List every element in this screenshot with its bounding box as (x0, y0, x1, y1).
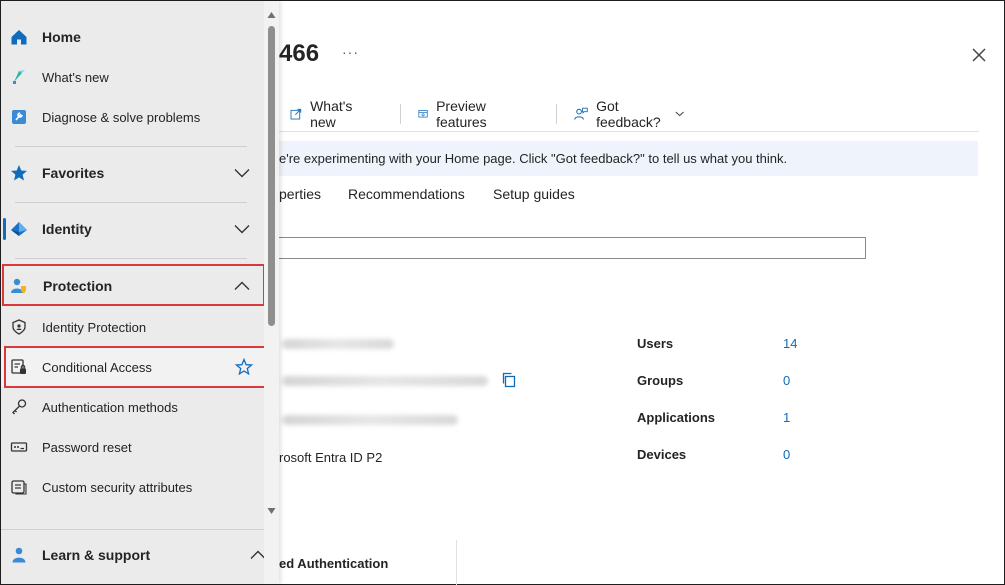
stat-label-applications: Applications (637, 410, 716, 425)
nav-label-protection: Protection (43, 278, 113, 294)
key-icon (10, 398, 28, 416)
nav-label-diagnose: Diagnose & solve problems (42, 109, 201, 125)
tab-setup-guides[interactable]: Setup guides (493, 186, 575, 202)
card-divider (456, 540, 457, 585)
nav-item-password-reset[interactable]: Password reset (1, 427, 264, 467)
nav-label-whats-new: What's new (42, 69, 109, 85)
person-support-icon (10, 546, 28, 564)
open-external-icon (290, 108, 302, 120)
nav-scrollbar-thumb[interactable] (268, 26, 275, 326)
scroll-down-arrow-icon[interactable] (267, 507, 276, 515)
nav-item-whats-new[interactable]: What's new (1, 57, 264, 97)
preview-features-icon (418, 109, 428, 118)
chevron-up-icon (234, 281, 250, 290)
got-feedback-label: Got feedback? (596, 98, 661, 130)
got-feedback-button[interactable]: Got feedback? (574, 98, 693, 130)
favorite-star-icon[interactable] (235, 358, 253, 376)
scroll-up-arrow-icon[interactable] (267, 11, 276, 19)
card-title: ed Authentication (279, 556, 389, 571)
feedback-person-icon (574, 107, 588, 120)
nav-divider (15, 202, 247, 203)
redacted-name-value (282, 339, 394, 349)
redacted-domain-value (282, 415, 458, 425)
nav-label-password-reset: Password reset (42, 439, 132, 455)
nav-item-home[interactable]: Home (1, 17, 264, 57)
toolbar-divider (400, 104, 401, 124)
chevron-down-icon (234, 169, 250, 178)
stat-label-users: Users (637, 336, 674, 351)
tab-properties[interactable]: perties (279, 186, 321, 202)
chevron-down-icon (234, 225, 250, 234)
nav-group-favorites[interactable]: Favorites (1, 153, 264, 193)
nav-divider (15, 258, 247, 259)
nav-label-conditional-access: Conditional Access (42, 359, 152, 375)
nav-item-identity-protection[interactable]: Identity Protection (1, 307, 264, 347)
star-icon (10, 164, 28, 182)
nav-label-favorites: Favorites (42, 165, 105, 181)
shield-icon (10, 318, 28, 336)
stat-label-groups: Groups (637, 373, 684, 388)
password-icon (10, 438, 28, 456)
tab-recommendations[interactable]: Recommendations (348, 186, 465, 202)
preview-features-button[interactable]: Preview features (418, 98, 495, 130)
nav-label-learn-support: Learn & support (42, 547, 151, 563)
nav-label-identity-protection: Identity Protection (42, 319, 147, 335)
page-title: 466 (279, 40, 320, 67)
nav-item-diagnose[interactable]: Diagnose & solve problems (1, 97, 264, 137)
nav-divider (15, 146, 247, 147)
license-value: rosoft Entra ID P2 (279, 450, 383, 465)
nav-item-custom-security-attributes[interactable]: Custom security attributes (1, 467, 264, 507)
redacted-tenant-id-value (282, 376, 488, 386)
nav-group-protection[interactable]: Protection (1, 266, 264, 306)
close-icon[interactable] (968, 44, 990, 66)
nav-label-authentication-methods: Authentication methods (42, 399, 178, 415)
more-options-button[interactable]: ··· (342, 44, 359, 60)
banner-text: e're experimenting with your Home page. … (279, 151, 788, 166)
stat-value-groups[interactable]: 0 (783, 373, 790, 388)
search-input[interactable] (279, 237, 866, 259)
toolbar-divider (556, 104, 557, 124)
whats-new-label: What's new (310, 98, 353, 130)
info-banner: e're experimenting with your Home page. … (279, 141, 978, 176)
whats-new-button[interactable]: What's new (290, 98, 358, 130)
stat-value-users[interactable]: 14 (783, 336, 797, 351)
stat-value-applications[interactable]: 1 (783, 410, 790, 425)
stat-value-devices[interactable]: 0 (783, 447, 790, 462)
megaphone-icon (10, 68, 28, 86)
left-navigation-menu: Home What's new Diagnose & solve problem… (1, 1, 279, 584)
nav-item-authentication-methods[interactable]: Authentication methods (1, 387, 264, 427)
stat-label-devices: Devices (637, 447, 687, 462)
nav-item-conditional-access[interactable]: Conditional Access (1, 347, 264, 387)
preview-features-label: Preview features (436, 98, 487, 130)
nav-label-home: Home (42, 29, 81, 45)
toolbar-divider-line (279, 131, 979, 132)
user-shield-icon (10, 277, 28, 295)
wrench-icon (10, 108, 28, 126)
home-icon (10, 28, 28, 46)
tag-list-icon (10, 478, 28, 496)
nav-group-learn-support[interactable]: Learn & support (1, 535, 266, 575)
nav-label-custom-security-attributes: Custom security attributes (42, 479, 193, 495)
identity-diamond-icon (10, 220, 28, 238)
nav-label-identity: Identity (42, 221, 92, 237)
nav-group-identity[interactable]: Identity (1, 209, 264, 249)
chevron-down-icon (675, 111, 685, 117)
copy-icon[interactable] (501, 372, 517, 388)
policy-lock-icon (10, 358, 28, 376)
